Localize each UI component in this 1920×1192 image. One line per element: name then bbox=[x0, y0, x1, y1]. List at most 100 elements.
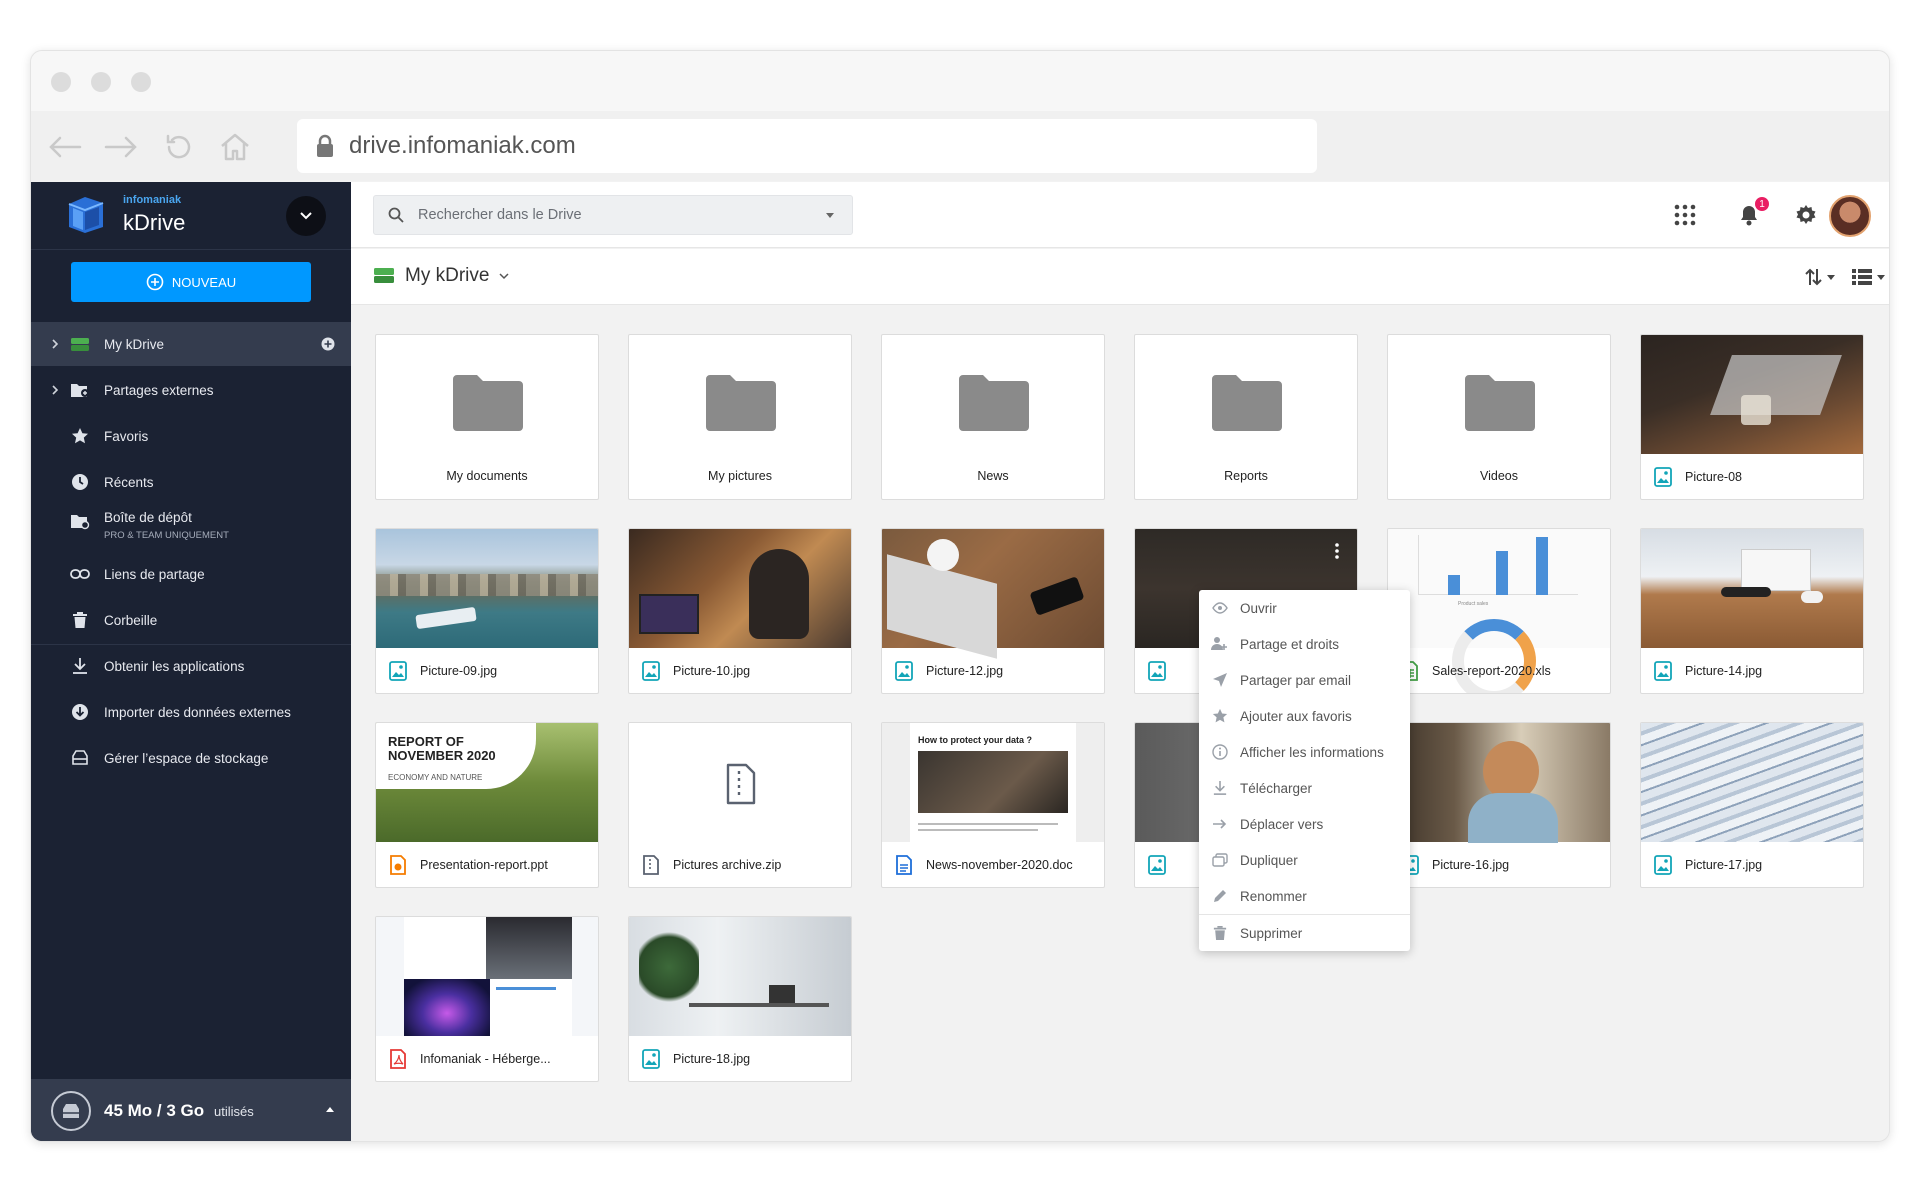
menu-item-label: Déplacer vers bbox=[1240, 816, 1324, 832]
menu-item-share-email[interactable]: Partager par email bbox=[1199, 662, 1410, 698]
file-card[interactable]: Pictures archive.zip bbox=[628, 722, 852, 888]
import-icon bbox=[69, 701, 91, 723]
file-card[interactable]: Infomaniak - Héberge... bbox=[375, 916, 599, 1082]
image-thumbnail bbox=[376, 529, 598, 648]
doc-thumbnail: How to protect your data ? bbox=[882, 723, 1104, 842]
file-name: Picture-16.jpg bbox=[1432, 858, 1510, 872]
chevron-right-icon bbox=[52, 339, 59, 349]
back-button[interactable] bbox=[47, 129, 83, 165]
breadcrumb[interactable]: My kDrive bbox=[373, 265, 509, 287]
home-icon bbox=[221, 133, 249, 161]
sidebar-item-label: Partages externes bbox=[104, 382, 214, 398]
image-thumbnail bbox=[629, 529, 851, 648]
file-card[interactable]: Picture-18.jpg bbox=[628, 916, 852, 1082]
drive-switch-button[interactable] bbox=[286, 196, 326, 236]
browser-titlebar bbox=[31, 51, 1889, 111]
apps-grid-button[interactable] bbox=[1672, 202, 1698, 228]
window-minimize-dot[interactable] bbox=[91, 72, 111, 92]
dropbox-folder-icon bbox=[69, 510, 91, 532]
menu-item-open[interactable]: Ouvrir bbox=[1199, 590, 1410, 626]
menu-item-move[interactable]: Déplacer vers bbox=[1199, 806, 1410, 842]
storage-used-label: utilisés bbox=[214, 1104, 254, 1119]
folder-name: Reports bbox=[1224, 469, 1268, 483]
file-card[interactable]: Picture-10.jpg bbox=[628, 528, 852, 694]
gear-icon bbox=[1796, 205, 1816, 224]
reload-button[interactable] bbox=[161, 129, 197, 165]
file-card[interactable]: Picture-17.jpg bbox=[1640, 722, 1864, 888]
download-icon bbox=[1211, 779, 1229, 797]
url-text: drive.infomaniak.com bbox=[349, 132, 576, 159]
file-card[interactable]: Picture-12.jpg bbox=[881, 528, 1105, 694]
sidebar-item-recent[interactable]: Récents bbox=[31, 460, 351, 504]
duplicate-icon bbox=[1211, 851, 1229, 869]
address-bar[interactable]: drive.infomaniak.com bbox=[297, 119, 1317, 173]
trash-icon bbox=[69, 609, 91, 631]
image-thumbnail bbox=[629, 917, 851, 1036]
download-icon bbox=[69, 655, 91, 677]
file-card[interactable]: How to protect your data ? News-november… bbox=[881, 722, 1105, 888]
zip-thumbnail bbox=[629, 723, 851, 842]
file-name: Picture-08 bbox=[1685, 470, 1742, 484]
sidebar-item-label: Récents bbox=[104, 474, 154, 490]
search-icon bbox=[388, 207, 404, 223]
storage-usage[interactable]: 45 Mo / 3 Go utilisés bbox=[31, 1079, 351, 1141]
caret-down-icon[interactable] bbox=[826, 213, 834, 218]
menu-item-info[interactable]: Afficher les informations bbox=[1199, 734, 1410, 770]
folder-card[interactable]: Videos bbox=[1387, 334, 1611, 500]
file-card[interactable]: REPORT OF NOVEMBER 2020 ECONOMY AND NATU… bbox=[375, 722, 599, 888]
image-file-icon bbox=[894, 660, 914, 682]
file-name: Picture-12.jpg bbox=[926, 664, 1004, 678]
folder-card[interactable]: News bbox=[881, 334, 1105, 500]
search-input[interactable]: Rechercher dans le Drive bbox=[373, 195, 853, 235]
folder-card[interactable]: My pictures bbox=[628, 334, 852, 500]
sidebar-item-import[interactable]: Importer des données externes bbox=[31, 690, 351, 734]
sidebar-item-label: Gérer l’espace de stockage bbox=[104, 750, 269, 766]
eye-icon bbox=[1211, 599, 1229, 617]
pdf-thumbnail bbox=[376, 917, 598, 1036]
doc-thumb-title: How to protect your data ? bbox=[918, 735, 1033, 745]
link-icon bbox=[69, 563, 91, 585]
file-name: Infomaniak - Héberge... bbox=[420, 1052, 551, 1066]
file-name: Pictures archive.zip bbox=[673, 858, 782, 872]
forward-button[interactable] bbox=[103, 129, 139, 165]
file-card[interactable]: Picture-09.jpg bbox=[375, 528, 599, 694]
file-card[interactable]: Picture-16.jpg bbox=[1387, 722, 1611, 888]
add-circle-icon[interactable] bbox=[321, 337, 335, 351]
folder-card[interactable]: My documents bbox=[375, 334, 599, 500]
external-share-icon bbox=[69, 379, 91, 401]
sidebar-item-storage[interactable]: Gérer l’espace de stockage bbox=[31, 736, 351, 780]
menu-item-rename[interactable]: Renommer bbox=[1199, 878, 1410, 914]
sidebar-item-share-links[interactable]: Liens de partage bbox=[31, 552, 351, 596]
menu-item-delete[interactable]: Supprimer bbox=[1199, 915, 1410, 951]
new-button[interactable]: NOUVEAU bbox=[71, 262, 311, 302]
menu-item-add-favorite[interactable]: Ajouter aux favoris bbox=[1199, 698, 1410, 734]
sidebar-item-external-shares[interactable]: Partages externes bbox=[31, 368, 351, 412]
sidebar-item-get-apps[interactable]: Obtenir les applications bbox=[31, 644, 351, 688]
sidebar-item-trash[interactable]: Corbeille bbox=[31, 598, 351, 642]
view-mode-button[interactable] bbox=[1851, 267, 1885, 287]
folder-icon bbox=[959, 375, 1029, 431]
home-button[interactable] bbox=[217, 129, 253, 165]
image-file-icon bbox=[641, 1048, 661, 1070]
settings-button[interactable] bbox=[1793, 202, 1819, 228]
user-avatar[interactable] bbox=[1829, 195, 1871, 237]
file-card[interactable]: Product sales Sales-report-2020.xls bbox=[1387, 528, 1611, 694]
menu-item-label: Partage et droits bbox=[1240, 636, 1340, 652]
menu-item-duplicate[interactable]: Dupliquer bbox=[1199, 842, 1410, 878]
caret-up-icon[interactable] bbox=[326, 1107, 334, 1112]
more-vertical-icon[interactable] bbox=[1335, 543, 1339, 559]
menu-item-share-rights[interactable]: Partage et droits bbox=[1199, 626, 1410, 662]
folder-icon bbox=[1212, 375, 1282, 431]
sidebar-item-dropbox[interactable]: Boîte de dépôt PRO & TEAM UNIQUEMENT bbox=[31, 504, 351, 552]
file-card[interactable]: Picture-14.jpg bbox=[1640, 528, 1864, 694]
sort-button[interactable] bbox=[1805, 267, 1835, 287]
window-close-dot[interactable] bbox=[51, 72, 71, 92]
folder-card[interactable]: Reports bbox=[1134, 334, 1358, 500]
sidebar-item-favorites[interactable]: Favoris bbox=[31, 414, 351, 458]
menu-item-download[interactable]: Télécharger bbox=[1199, 770, 1410, 806]
window-maximize-dot[interactable] bbox=[131, 72, 151, 92]
list-view-icon bbox=[1852, 269, 1872, 285]
sidebar-item-my-kdrive[interactable]: My kDrive bbox=[31, 322, 351, 366]
file-card[interactable]: Picture-08 bbox=[1640, 334, 1864, 500]
reload-icon bbox=[166, 134, 191, 159]
